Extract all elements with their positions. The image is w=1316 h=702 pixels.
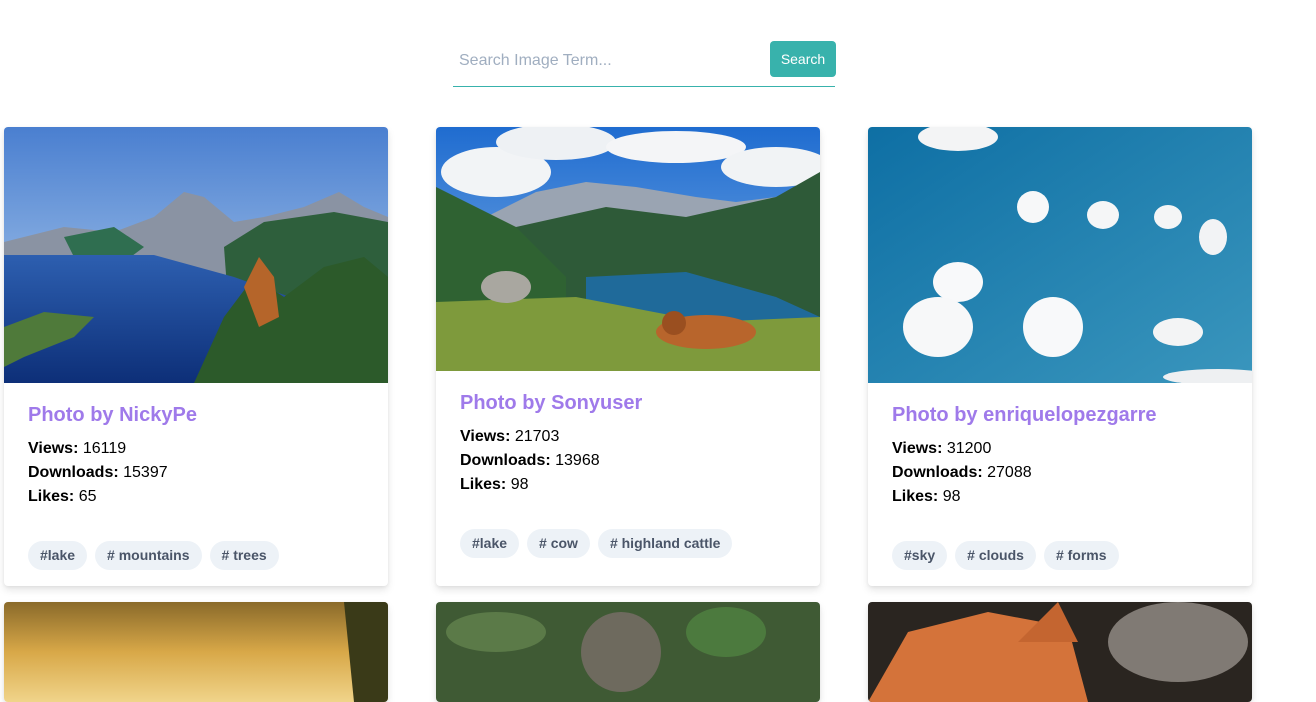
card-image-hedgehog — [436, 602, 820, 702]
views-stat: Views: 16119 — [28, 440, 127, 457]
image-card: Photo by Sonyuser Views: 21703 Downloads… — [436, 127, 820, 586]
tag[interactable]: # clouds — [955, 541, 1036, 570]
image-card: Photo by NickyPe Views: 16119 Downloads:… — [4, 127, 388, 586]
image-card — [436, 602, 820, 702]
downloads-stat: Downloads: 13968 — [460, 452, 600, 469]
tag[interactable]: # trees — [209, 541, 279, 570]
downloads-stat: Downloads: 27088 — [892, 464, 1032, 481]
search-button[interactable]: Search — [770, 41, 836, 77]
tag[interactable]: #lake — [460, 529, 520, 558]
card-image-cat — [868, 602, 1252, 702]
views-stat: Views: 31200 — [892, 440, 992, 457]
tag[interactable]: # cow — [527, 529, 590, 558]
card-title: Photo by NickyPe — [28, 404, 197, 426]
tag[interactable]: # mountains — [95, 541, 202, 570]
card-image-highland-cattle — [436, 127, 820, 371]
likes-stat: Likes: 65 — [28, 488, 97, 505]
downloads-stat: Downloads: 15397 — [28, 464, 168, 481]
search-form: Search — [453, 40, 836, 87]
search-input[interactable] — [453, 44, 758, 78]
tag-list: #lake # cow # highland cattle — [460, 529, 733, 558]
image-card — [4, 602, 388, 702]
card-image-lake-mountains — [4, 127, 388, 383]
likes-stat: Likes: 98 — [460, 476, 529, 493]
image-card: Photo by enriquelopezgarre Views: 31200 … — [868, 127, 1252, 586]
views-stat: Views: 21703 — [460, 428, 560, 445]
tag-list: #sky # clouds # forms — [892, 541, 1119, 570]
tag[interactable]: # forms — [1043, 541, 1119, 570]
tag-list: #lake # mountains # trees — [28, 541, 279, 570]
likes-stat: Likes: 98 — [892, 488, 961, 505]
card-image-sunset — [4, 602, 388, 702]
card-title: Photo by Sonyuser — [460, 392, 643, 414]
card-title: Photo by enriquelopezgarre — [892, 404, 1157, 426]
tag[interactable]: #sky — [892, 541, 948, 570]
tag[interactable]: # highland cattle — [597, 529, 733, 558]
card-image-sky-clouds — [868, 127, 1252, 383]
tag[interactable]: #lake — [28, 541, 88, 570]
image-card — [868, 602, 1252, 702]
